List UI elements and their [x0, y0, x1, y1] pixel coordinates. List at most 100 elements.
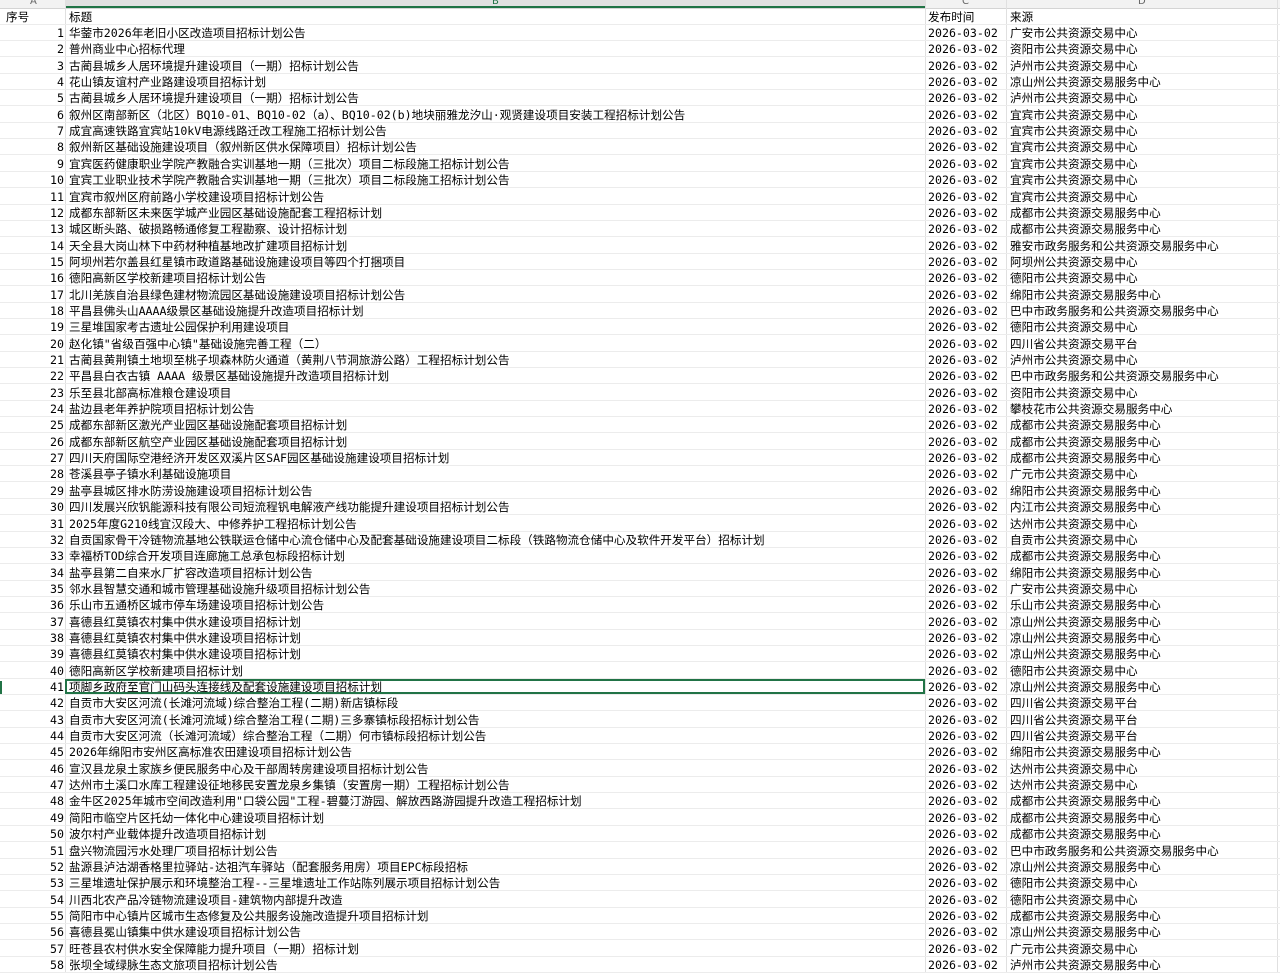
date-cell[interactable]: 2026-03-02 [928, 892, 998, 908]
row-number-cell[interactable]: 49 [0, 810, 64, 826]
title-cell[interactable]: 宣汉县龙泉土家族乡便民服务中心及干部周转房建设项目招标计划公告 [69, 761, 428, 777]
title-cell[interactable]: 四川发展兴欣钒能源科技有限公司短流程钒电解液产线功能提升建设项目招标计划公告 [69, 499, 510, 515]
date-cell[interactable]: 2026-03-02 [928, 254, 998, 270]
date-cell[interactable]: 2026-03-02 [928, 646, 998, 662]
row-number-cell[interactable]: 52 [0, 859, 64, 875]
title-cell[interactable]: 自贡市大安区河流(长滩河流域)综合整治工程(二期)三多寨镇标段招标计划公告 [69, 712, 480, 728]
title-cell[interactable]: 简阳市临空片区托幼一体化中心建设项目招标计划 [69, 810, 324, 826]
row-number-cell[interactable]: 9 [0, 156, 64, 172]
title-cell[interactable]: 叙州新区基础设施建设项目（叙州新区供水保障项目）招标计划公告 [69, 139, 417, 155]
date-cell[interactable]: 2026-03-02 [928, 516, 998, 532]
source-cell[interactable]: 成都市公共资源交易服务中心 [1010, 810, 1161, 826]
title-cell[interactable]: 喜德县红莫镇农村集中供水建设项目招标计划 [69, 646, 301, 662]
source-cell[interactable]: 四川省公共资源交易平台 [1010, 695, 1138, 711]
row-number-cell[interactable]: 30 [0, 499, 64, 515]
date-cell[interactable]: 2026-03-02 [928, 875, 998, 891]
source-cell[interactable]: 泸州市公共资源交易中心 [1010, 90, 1138, 106]
source-cell[interactable]: 成都市公共资源交易服务中心 [1010, 826, 1161, 842]
row-number-cell[interactable]: 51 [0, 843, 64, 859]
row-number-cell[interactable]: 3 [0, 58, 64, 74]
source-cell[interactable]: 宜宾市公共资源交易中心 [1010, 189, 1138, 205]
source-cell[interactable]: 凉山州公共资源交易服务中心 [1010, 630, 1161, 646]
date-cell[interactable]: 2026-03-02 [928, 41, 998, 57]
title-cell[interactable]: 华蓥市2026年老旧小区改造项目招标计划公告 [69, 25, 306, 41]
date-cell[interactable]: 2026-03-02 [928, 172, 998, 188]
source-cell[interactable]: 广元市公共资源交易中心 [1010, 466, 1138, 482]
row-number-cell[interactable]: 56 [0, 924, 64, 940]
title-cell[interactable]: 古蔺县城乡人居环境提升建设项目（一期）招标计划公告 [69, 58, 359, 74]
source-cell[interactable]: 宜宾市公共资源交易中心 [1010, 123, 1138, 139]
row-number-cell[interactable]: 21 [0, 352, 64, 368]
title-cell[interactable]: 古蔺县黄荆镇土地坝至桃子坝森林防火通道（黄荆八节洞旅游公路）工程招标计划公告 [69, 352, 510, 368]
title-cell[interactable]: 喜德县红莫镇农村集中供水建设项目招标计划 [69, 614, 301, 630]
row-number-cell[interactable]: 11 [0, 189, 64, 205]
title-cell[interactable]: 乐山市五通桥区城市停车场建设项目招标计划公告 [69, 597, 324, 613]
row-number-cell[interactable]: 24 [0, 401, 64, 417]
title-cell[interactable]: 三星堆国家考古遗址公园保护利用建设项目 [69, 319, 289, 335]
date-cell[interactable]: 2026-03-02 [928, 336, 998, 352]
row-number-cell[interactable]: 8 [0, 139, 64, 155]
source-cell[interactable]: 绵阳市公共资源交易服务中心 [1010, 744, 1161, 760]
date-cell[interactable]: 2026-03-02 [928, 270, 998, 286]
title-cell[interactable]: 盐源县泸沽湖香格里拉驿站-达祖汽车驿站（配套服务用房）项目EPC标段招标 [69, 859, 468, 875]
title-cell[interactable]: 幸福桥TOD综合开发项目连廊施工总承包标段招标计划 [69, 548, 345, 564]
date-cell[interactable]: 2026-03-02 [928, 25, 998, 41]
title-cell[interactable]: 2025年度G210线宜汉段大、中修养护工程招标计划公告 [69, 516, 357, 532]
source-cell[interactable]: 乐山市公共资源交易服务中心 [1010, 597, 1161, 613]
title-cell[interactable]: 成都东部新区未来医学城产业园区基础设施配套工程招标计划 [69, 205, 382, 221]
source-cell[interactable]: 成都市公共资源交易服务中心 [1010, 548, 1161, 564]
source-cell[interactable]: 泸州市公共资源交易中心 [1010, 352, 1138, 368]
source-cell[interactable]: 广安市公共资源交易中心 [1010, 25, 1138, 41]
source-cell[interactable]: 资阳市公共资源交易中心 [1010, 385, 1138, 401]
row-number-cell[interactable]: 29 [0, 483, 64, 499]
source-cell[interactable]: 阿坝州公共资源交易中心 [1010, 254, 1138, 270]
source-cell[interactable]: 宜宾市公共资源交易中心 [1010, 172, 1138, 188]
date-cell[interactable]: 2026-03-02 [928, 385, 998, 401]
date-cell[interactable]: 2026-03-02 [928, 924, 998, 940]
row-number-cell[interactable]: 40 [0, 663, 64, 679]
source-cell[interactable]: 泸州市公共资源交易服务中心 [1010, 957, 1161, 973]
date-cell[interactable]: 2026-03-02 [928, 712, 998, 728]
column-header-b[interactable]: B [492, 0, 499, 7]
source-cell[interactable]: 雅安市政务服务和公共资源交易服务中心 [1010, 238, 1219, 254]
date-cell[interactable]: 2026-03-02 [928, 630, 998, 646]
date-cell[interactable]: 2026-03-02 [928, 679, 998, 695]
source-cell[interactable]: 凉山州公共资源交易服务中心 [1010, 859, 1161, 875]
title-cell[interactable]: 喜德县冕山镇集中供水建设项目招标计划公告 [69, 924, 301, 940]
source-cell[interactable]: 绵阳市公共资源交易服务中心 [1010, 483, 1161, 499]
row-number-cell[interactable]: 58 [0, 957, 64, 973]
row-number-cell[interactable]: 32 [0, 532, 64, 548]
row-number-cell[interactable]: 25 [0, 417, 64, 433]
source-cell[interactable]: 泸州市公共资源交易中心 [1010, 58, 1138, 74]
selected-cell[interactable] [65, 679, 925, 694]
title-cell[interactable]: 宜宾市叙州区府前路小学校建设项目招标计划公告 [69, 189, 324, 205]
header-cell-no[interactable]: 序号 [6, 9, 70, 25]
row-number-cell[interactable]: 4 [0, 74, 64, 90]
row-number-cell[interactable]: 37 [0, 614, 64, 630]
title-cell[interactable]: 平昌县佛头山AAAA级景区基础设施提升改造项目招标计划 [69, 303, 364, 319]
date-cell[interactable]: 2026-03-02 [928, 450, 998, 466]
source-cell[interactable]: 自贡市公共资源交易中心 [1010, 532, 1138, 548]
row-number-cell[interactable]: 10 [0, 172, 64, 188]
title-cell[interactable]: 达州市土溪口水库工程建设征地移民安置龙泉乡集镇（安置房一期）工程招标计划公告 [69, 777, 510, 793]
title-cell[interactable]: 成都东部新区激光产业园区基础设施配套项目招标计划 [69, 417, 347, 433]
date-cell[interactable]: 2026-03-02 [928, 74, 998, 90]
title-cell[interactable]: 德阳高新区学校新建项目招标计划公告 [69, 270, 266, 286]
title-cell[interactable]: 2026年绵阳市安州区高标准农田建设项目招标计划公告 [69, 744, 352, 760]
title-cell[interactable]: 苍溪县亭子镇水利基础设施项目 [69, 466, 231, 482]
row-number-cell[interactable]: 46 [0, 761, 64, 777]
row-number-cell[interactable]: 35 [0, 581, 64, 597]
date-cell[interactable]: 2026-03-02 [928, 614, 998, 630]
title-cell[interactable]: 普州商业中心招标代理 [69, 41, 185, 57]
date-cell[interactable]: 2026-03-02 [928, 777, 998, 793]
title-cell[interactable]: 川西北农产品冷链物流建设项目-建筑物内部提升改造 [69, 892, 343, 908]
title-cell[interactable]: 旺苍县农村供水安全保障能力提升项目（一期）招标计划 [69, 941, 359, 957]
row-number-cell[interactable]: 12 [0, 205, 64, 221]
row-number-cell[interactable]: 45 [0, 744, 64, 760]
date-cell[interactable]: 2026-03-02 [928, 941, 998, 957]
title-cell[interactable]: 三星堆遗址保护展示和环境整治工程--三星堆遗址工作站陈列展示项目招标计划公告 [69, 875, 500, 891]
row-number-cell[interactable]: 6 [0, 107, 64, 123]
date-cell[interactable]: 2026-03-02 [928, 287, 998, 303]
row-number-cell[interactable]: 38 [0, 630, 64, 646]
title-cell[interactable]: 成都东部新区航空产业园区基础设施配套项目招标计划 [69, 434, 347, 450]
